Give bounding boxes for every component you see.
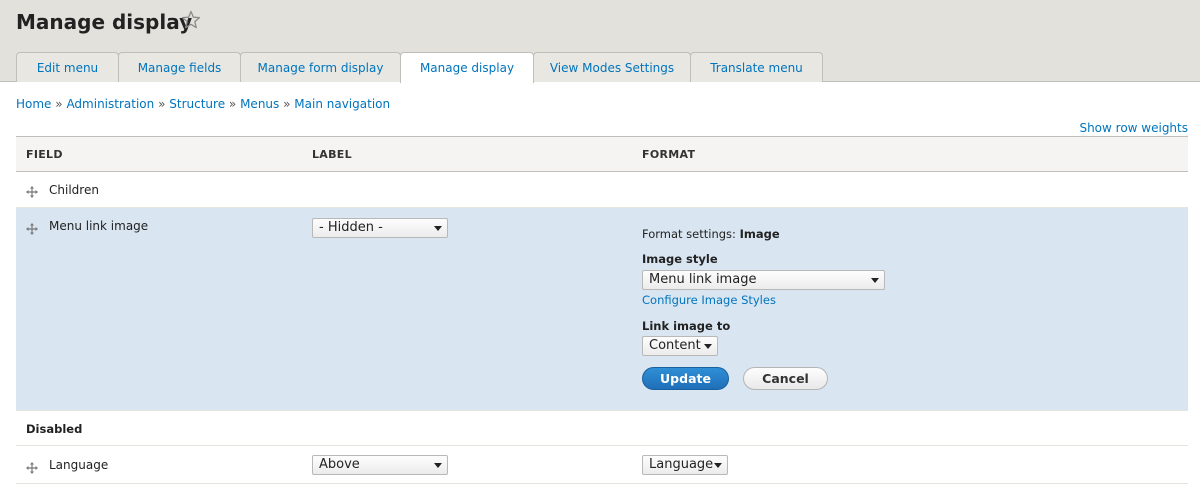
link-image-to-value: Content: [649, 338, 701, 353]
link-image-to-select[interactable]: Content: [642, 336, 718, 356]
breadcrumb: Home » Administration » Structure » Menu…: [16, 96, 390, 112]
image-style-value: Menu link image: [649, 272, 757, 287]
format-settings-name: Image: [739, 227, 780, 241]
format-settings-prefix: Format settings:: [642, 227, 736, 241]
breadcrumb-main-navigation[interactable]: Main navigation: [294, 97, 390, 111]
format-value: Language: [649, 457, 714, 472]
tab-manage-form-display[interactable]: Manage form display: [240, 52, 401, 82]
star-outline-icon[interactable]: [181, 10, 201, 30]
tab-edit-menu[interactable]: Edit menu: [16, 52, 119, 82]
tab-manage-display[interactable]: Manage display: [400, 52, 534, 83]
chevron-down-icon: [871, 278, 879, 283]
page-title: Manage display: [16, 10, 193, 34]
drag-handle-icon[interactable]: [26, 459, 38, 474]
table-header: FIELD LABEL FORMAT: [16, 136, 1188, 172]
configure-image-styles-link[interactable]: Configure Image Styles: [642, 293, 776, 307]
image-style-label: Image style: [642, 252, 718, 266]
label-display-select[interactable]: - Hidden -: [312, 218, 448, 238]
chevron-down-icon: [434, 463, 442, 468]
breadcrumb-structure[interactable]: Structure: [169, 97, 225, 111]
tab-view-modes-settings[interactable]: View Modes Settings: [533, 52, 691, 82]
header-format: FORMAT: [642, 148, 696, 161]
chevron-down-icon: [434, 226, 442, 231]
field-display-table: FIELD LABEL FORMAT Children Menu link im…: [16, 136, 1188, 484]
breadcrumb-separator: »: [158, 97, 166, 111]
header-label: LABEL: [312, 148, 352, 161]
label-display-select[interactable]: Above: [312, 455, 448, 475]
tab-translate-menu[interactable]: Translate menu: [690, 52, 823, 82]
field-name-menu-link-image: Menu link image: [49, 219, 149, 233]
breadcrumb-separator: »: [283, 97, 291, 111]
breadcrumb-separator: »: [55, 97, 63, 111]
drag-handle-icon[interactable]: [26, 220, 38, 235]
primary-tabs: Edit menu Manage fields Manage form disp…: [16, 52, 823, 83]
breadcrumb-home[interactable]: Home: [16, 97, 51, 111]
breadcrumb-administration[interactable]: Administration: [66, 97, 154, 111]
table-row-children: Children: [16, 172, 1188, 208]
breadcrumb-separator: »: [228, 97, 237, 111]
table-row-menu-link-image: Menu link image - Hidden - Format settin…: [16, 208, 1188, 411]
chevron-down-icon: [714, 463, 722, 468]
image-style-select[interactable]: Menu link image: [642, 270, 885, 290]
label-display-value: Above: [319, 457, 360, 472]
show-row-weights-link[interactable]: Show row weights: [1079, 120, 1188, 136]
drag-handle-icon[interactable]: [26, 183, 38, 198]
link-image-to-label: Link image to: [642, 319, 731, 333]
field-name-language: Language: [49, 458, 109, 472]
label-display-value: - Hidden -: [319, 220, 383, 235]
cancel-button[interactable]: Cancel: [743, 367, 828, 390]
tab-manage-fields[interactable]: Manage fields: [118, 52, 241, 82]
breadcrumb-menus[interactable]: Menus: [240, 97, 279, 111]
region-row-disabled: Disabled: [16, 411, 1188, 446]
region-title-disabled: Disabled: [26, 422, 83, 436]
format-select[interactable]: Language: [642, 455, 728, 475]
page-header: Manage display Edit menu Manage fields M…: [0, 0, 1200, 83]
field-name-children: Children: [49, 183, 99, 197]
format-settings-heading: Format settings: Image: [642, 227, 780, 241]
chevron-down-icon: [704, 344, 712, 349]
header-field: FIELD: [26, 148, 63, 161]
update-button[interactable]: Update: [642, 367, 729, 390]
table-row-language: Language Above Language: [16, 446, 1188, 484]
